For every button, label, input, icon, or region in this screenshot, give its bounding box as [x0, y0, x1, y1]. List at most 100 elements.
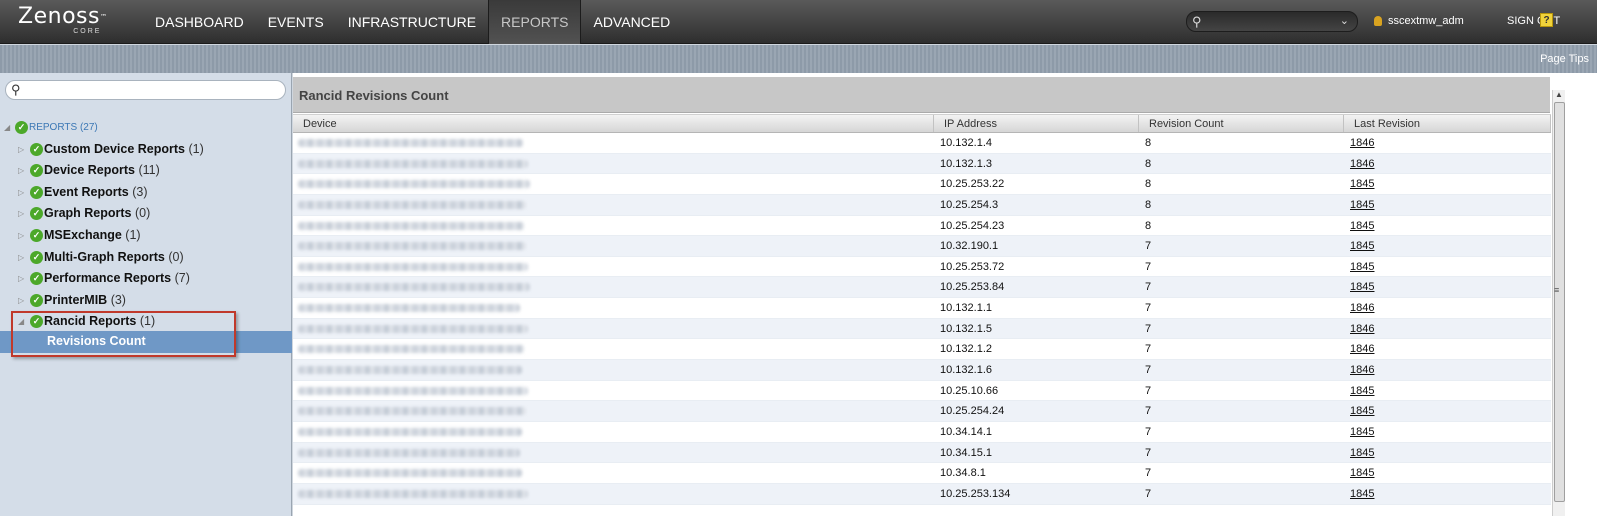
table-row[interactable]: 10.34.14.1 7 1845	[293, 422, 1551, 443]
zenoss-logo[interactable]: Zenoss™ CORE	[18, 6, 107, 36]
cell-ip-address: 10.132.1.3	[940, 157, 992, 170]
tree-root-reports[interactable]: ◢ ✓ REPORTS (27)	[0, 117, 292, 139]
last-revision-link[interactable]: 1845	[1350, 199, 1374, 211]
last-revision-link[interactable]: 1846	[1350, 137, 1374, 149]
tree-item-msexchange[interactable]: ▷ ✓ MSExchange (1)	[0, 225, 292, 247]
cell-revision-count: 7	[1145, 322, 1152, 335]
collapsed-arrow-icon[interactable]: ▷	[18, 160, 24, 181]
table-row[interactable]: 10.25.254.23 8 1845	[293, 216, 1551, 237]
col-ip-address[interactable]: IP Address	[934, 115, 1139, 132]
last-revision-link[interactable]: 1845	[1350, 488, 1374, 500]
cell-revision-count: 8	[1145, 219, 1152, 232]
scroll-thumb[interactable]	[1554, 102, 1565, 502]
expanded-arrow-icon[interactable]: ◢	[4, 117, 10, 138]
last-revision-link[interactable]: 1846	[1350, 343, 1374, 355]
tree-item-event-reports[interactable]: ▷ ✓ Event Reports (3)	[0, 182, 292, 204]
nav-advanced[interactable]: ADVANCED	[581, 0, 682, 44]
cell-last-revision: 1846	[1344, 360, 1551, 380]
table-row[interactable]: 10.34.8.1 7 1845	[293, 463, 1551, 484]
table-row[interactable]: 10.25.253.72 7 1845	[293, 257, 1551, 278]
collapsed-arrow-icon[interactable]: ▷	[18, 247, 24, 268]
tree-item-device-reports[interactable]: ▷ ✓ Device Reports (11)	[0, 160, 292, 182]
last-revision-link[interactable]: 1845	[1350, 405, 1374, 417]
collapsed-arrow-icon[interactable]: ▷	[18, 225, 24, 246]
table-row[interactable]: 10.132.1.5 7 1846	[293, 318, 1551, 340]
cell-revision-count: 8	[1145, 178, 1152, 191]
user-menu[interactable]: sscextmw_adm	[1374, 15, 1464, 27]
table-row[interactable]: 10.132.1.4 8 1846	[293, 133, 1551, 154]
table-row[interactable]: 10.25.254.24 7 1845	[293, 401, 1551, 422]
table-row[interactable]: 10.25.253.22 8 1845	[293, 174, 1551, 195]
collapsed-arrow-icon[interactable]: ▷	[18, 139, 24, 160]
username: sscextmw_adm	[1388, 15, 1464, 27]
cell-ip-address: 10.32.190.1	[940, 240, 999, 253]
table-row[interactable]: 10.25.254.3 8 1845	[293, 194, 1551, 216]
col-revision-count[interactable]: Revision Count	[1139, 115, 1344, 132]
redacted-device-name	[298, 345, 524, 354]
col-last-revision[interactable]: Last Revision	[1344, 115, 1551, 132]
table-row[interactable]: 10.32.190.1 7 1845	[293, 236, 1551, 257]
table-row[interactable]: 10.132.1.3 8 1846	[293, 153, 1551, 175]
check-icon: ✓	[30, 272, 43, 286]
check-icon: ✓	[30, 164, 43, 178]
tree-search-input[interactable]: ⚲	[5, 80, 286, 100]
nav-events[interactable]: EVENTS	[256, 0, 336, 44]
collapsed-arrow-icon[interactable]: ▷	[18, 268, 24, 289]
table-row[interactable]: 10.25.10.66 7 1845	[293, 381, 1551, 402]
last-revision-link[interactable]: 1845	[1350, 385, 1374, 397]
collapsed-arrow-icon[interactable]: ▷	[18, 182, 24, 203]
annotation-highlight-box	[11, 311, 236, 357]
global-search-input[interactable]: ⚲ ⌄	[1186, 11, 1358, 32]
collapsed-arrow-icon[interactable]: ▷	[18, 290, 24, 311]
table-row[interactable]: 10.25.253.84 7 1845	[293, 277, 1551, 299]
chevron-down-icon[interactable]: ⌄	[1340, 14, 1349, 27]
redacted-device-name	[298, 469, 522, 478]
last-revision-link[interactable]: 1846	[1350, 158, 1374, 170]
nav-reports[interactable]: REPORTS	[488, 0, 582, 44]
last-revision-link[interactable]: 1845	[1350, 261, 1374, 273]
sub-header-bar: Page Tips	[0, 45, 1597, 73]
table-row[interactable]: 10.132.1.6 7 1846	[293, 360, 1551, 381]
cell-revision-count: 8	[1145, 198, 1152, 211]
redacted-device-name	[298, 324, 528, 333]
cell-device-redacted	[293, 463, 934, 483]
tree-item-performance-reports[interactable]: ▷ ✓ Performance Reports (7)	[0, 268, 292, 290]
last-revision-link[interactable]: 1845	[1350, 426, 1374, 438]
page-tips-link[interactable]: Page Tips	[1540, 53, 1589, 65]
col-device[interactable]: Device	[293, 115, 934, 132]
last-revision-link[interactable]: 1846	[1350, 323, 1374, 335]
tree-item-multi-graph-reports[interactable]: ▷ ✓ Multi-Graph Reports (0)	[0, 247, 292, 269]
last-revision-link[interactable]: 1845	[1350, 178, 1374, 190]
tree-item-custom-device-reports[interactable]: ▷ ✓ Custom Device Reports (1)	[0, 139, 292, 161]
last-revision-link[interactable]: 1845	[1350, 467, 1374, 479]
cell-ip-address: 10.25.254.3	[940, 198, 999, 211]
vertical-scrollbar[interactable]: ▲ ≡	[1552, 90, 1565, 516]
redacted-device-name	[298, 262, 528, 271]
last-revision-link[interactable]: 1846	[1350, 364, 1374, 376]
tree-item-printermib[interactable]: ▷ ✓ PrinterMIB (3)	[0, 290, 292, 312]
check-icon: ✓	[30, 142, 43, 156]
nav-dashboard[interactable]: DASHBOARD	[143, 0, 256, 44]
tree-item-graph-reports[interactable]: ▷ ✓ Graph Reports (0)	[0, 203, 292, 225]
collapsed-arrow-icon[interactable]: ▷	[18, 203, 24, 224]
table-row[interactable]: 10.34.15.1 7 1845	[293, 442, 1551, 464]
cell-device-redacted	[293, 360, 934, 380]
cell-last-revision: 1845	[1344, 257, 1551, 277]
last-revision-link[interactable]: 1845	[1350, 220, 1374, 232]
last-revision-link[interactable]: 1845	[1350, 281, 1374, 293]
cell-last-revision: 1845	[1344, 463, 1551, 483]
cell-ip-address: 10.34.15.1	[940, 446, 992, 459]
report-tree-panel: ⚲ ◢ ✓ REPORTS (27) ▷ ✓ Custom Device Rep…	[0, 73, 292, 516]
table-row[interactable]: 10.132.1.2 7 1846	[293, 339, 1551, 361]
cell-revision-count: 7	[1145, 260, 1152, 273]
last-revision-link[interactable]: 1846	[1350, 302, 1374, 314]
last-revision-link[interactable]: 1845	[1350, 447, 1374, 459]
table-row[interactable]: 10.132.1.1 7 1846	[293, 298, 1551, 319]
cell-revision-count: 7	[1145, 343, 1152, 356]
scroll-up-icon[interactable]: ▲	[1555, 90, 1563, 99]
help-icon[interactable]: ?	[1540, 13, 1553, 27]
cell-ip-address: 10.132.1.2	[940, 343, 992, 356]
last-revision-link[interactable]: 1845	[1350, 240, 1374, 252]
nav-infrastructure[interactable]: INFRASTRUCTURE	[336, 0, 488, 44]
table-row[interactable]: 10.25.253.134 7 1845	[293, 483, 1551, 505]
